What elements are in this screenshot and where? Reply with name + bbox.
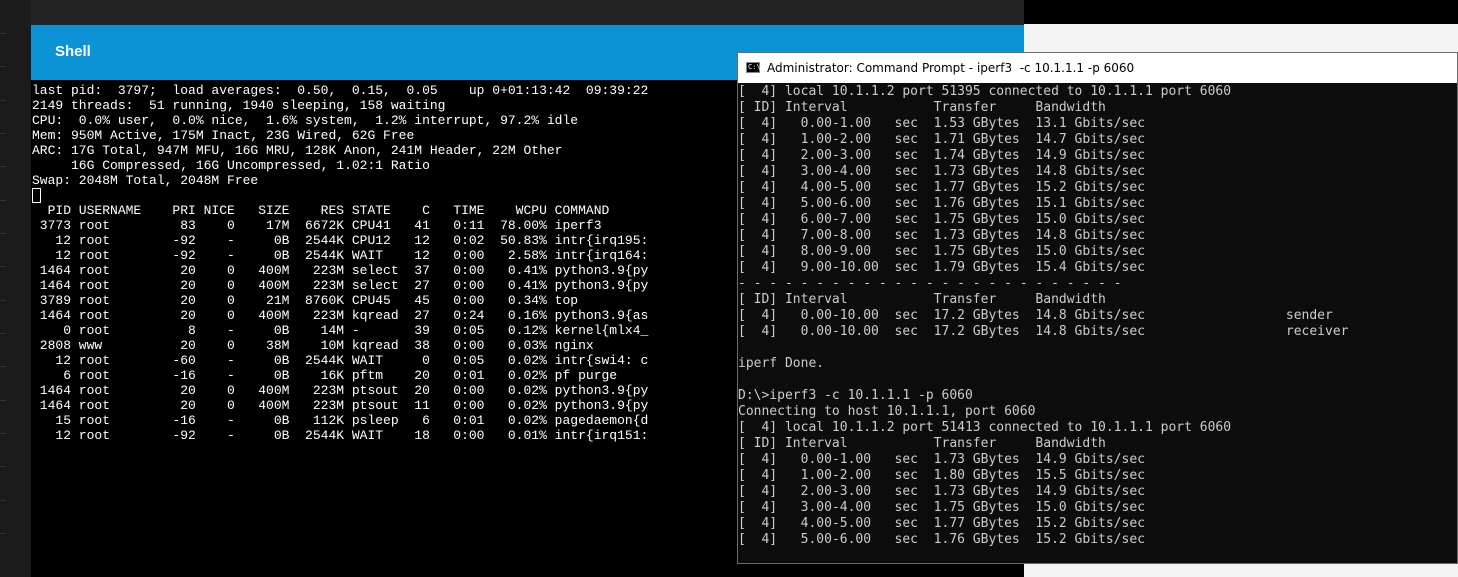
cmd-window-icon: C:\	[746, 62, 761, 73]
shell-terminal-output: last pid: 3797; load averages: 0.50, 0.1…	[32, 83, 649, 443]
left-sidebar-strip	[0, 0, 31, 577]
cmd-terminal-output: [ 4] local 10.1.1.2 port 51395 connected…	[738, 84, 1349, 547]
command-prompt-window[interactable]: C:\ Administrator: Command Prompt - iper…	[737, 52, 1458, 564]
desktop-background	[1024, 0, 1458, 24]
terminal-cursor	[32, 188, 41, 203]
cmd-window-title: Administrator: Command Prompt - iperf3 -…	[767, 61, 1135, 75]
shell-title: Shell	[55, 43, 91, 60]
cmd-titlebar[interactable]: C:\ Administrator: Command Prompt - iper…	[738, 53, 1457, 83]
